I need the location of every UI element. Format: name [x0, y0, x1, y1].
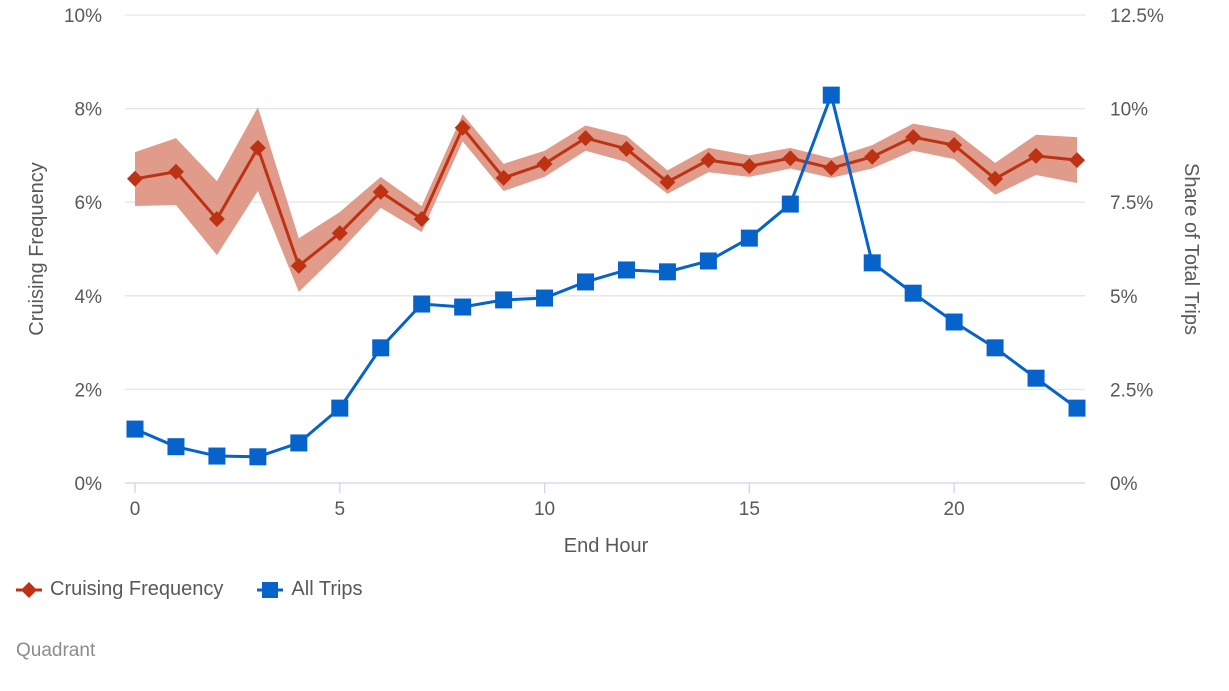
y-tick-label-right: 10%	[1110, 100, 1148, 121]
y-tick-label-left: 8%	[75, 100, 103, 121]
data-point-square	[617, 261, 635, 279]
y-tick-label-left: 0%	[75, 474, 103, 495]
data-point-square	[1068, 399, 1086, 417]
x-tick-label: 15	[739, 499, 760, 520]
data-point-square	[699, 252, 717, 270]
legend-item-all-trips[interactable]: All Trips	[257, 578, 363, 601]
x-axis: 0 5 10 15 20	[130, 483, 965, 520]
y-tick-label-right: 12.5%	[1110, 6, 1164, 27]
data-point-square	[290, 434, 308, 452]
data-point-square	[863, 254, 881, 272]
data-point-square	[577, 273, 595, 291]
y-tick-label-right: 0%	[1110, 474, 1138, 495]
y-tick-label-left: 2%	[75, 380, 103, 401]
x-tick-label: 20	[944, 499, 965, 520]
credit-label: Quadrant	[16, 640, 96, 661]
data-point-square	[740, 229, 758, 247]
data-point-square	[208, 447, 226, 465]
x-tick-label: 10	[534, 499, 555, 520]
data-point-square	[1027, 369, 1045, 387]
data-point-square	[495, 291, 513, 309]
legend-label: Cruising Frequency	[50, 578, 224, 600]
y-tick-label-left: 6%	[75, 193, 103, 214]
data-point-square	[536, 289, 554, 307]
x-tick-label: 0	[130, 499, 141, 520]
y-tick-label-right: 5%	[1110, 287, 1138, 308]
series-cruising-frequency	[127, 107, 1085, 293]
data-point-square	[249, 448, 267, 466]
data-point-square	[454, 298, 472, 316]
y-tick-label-right: 7.5%	[1110, 193, 1153, 214]
data-point-square	[413, 295, 431, 313]
data-point-square	[904, 284, 922, 302]
gridlines	[125, 14, 1085, 484]
data-point-square	[822, 86, 840, 104]
x-tick-label: 5	[334, 499, 345, 520]
y-axis-left: 0% 2% 4% 6% 8% 10%	[64, 6, 102, 495]
y-tick-label-right: 2.5%	[1110, 380, 1153, 401]
data-point-square	[126, 420, 144, 438]
legend-label: All Trips	[291, 578, 363, 600]
data-point-square	[372, 339, 390, 357]
diamond-marker-icon	[16, 581, 42, 598]
data-point-square	[331, 399, 349, 417]
legend-item-cruising-frequency[interactable]: Cruising Frequency	[16, 578, 223, 601]
y-axis-title-right: Share of Total Trips	[1180, 163, 1202, 335]
y-axis-right: 0% 2.5% 5% 7.5% 10% 12.5%	[1110, 6, 1164, 495]
x-axis-title: End Hour	[564, 535, 649, 557]
data-point-square	[945, 313, 963, 331]
data-point-square	[658, 263, 676, 281]
data-point-square	[986, 339, 1004, 357]
y-tick-label-left: 4%	[75, 287, 103, 308]
legend: Cruising Frequency All Trips	[16, 578, 363, 601]
data-point-square	[167, 438, 185, 456]
square-marker-icon	[257, 581, 284, 598]
y-axis-title-left: Cruising Frequency	[26, 162, 48, 335]
data-point-square	[781, 195, 799, 213]
y-tick-label-left: 10%	[64, 6, 102, 27]
